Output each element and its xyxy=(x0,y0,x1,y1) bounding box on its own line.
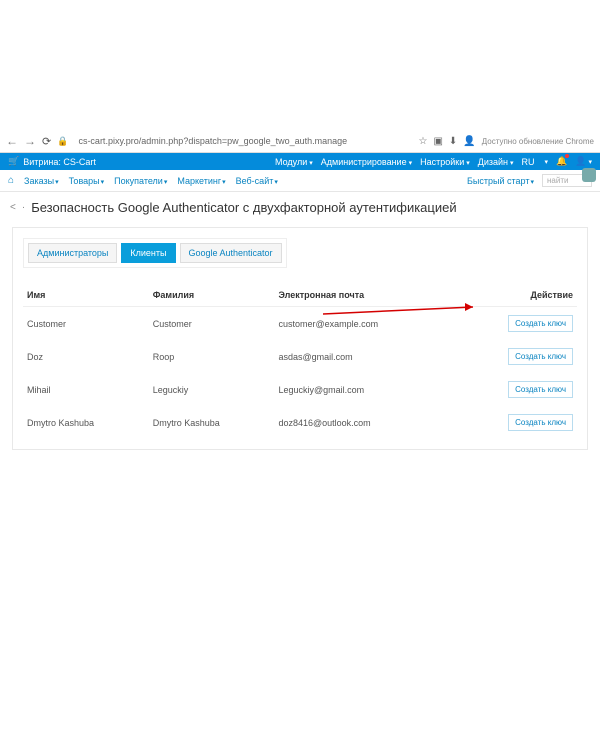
col-action: Действие xyxy=(455,284,577,307)
menu-settings[interactable]: Настройки▾ xyxy=(420,157,470,167)
menu-design[interactable]: Дизайн▾ xyxy=(478,157,514,167)
cell-email: doz8416@outlook.com xyxy=(274,406,454,439)
nav-orders[interactable]: Заказы▾ xyxy=(24,176,59,186)
table-row: DozRoopasdas@gmail.com Создать ключ xyxy=(23,340,577,373)
user-menu[interactable]: 👤▾ xyxy=(575,156,592,167)
reload-icon[interactable]: ⟳ xyxy=(42,135,51,148)
lock-icon: 🔒 xyxy=(57,136,68,147)
home-icon[interactable]: ⌂ xyxy=(8,175,14,186)
profile-icon[interactable]: 👤 xyxy=(463,136,475,147)
menu-modules[interactable]: Модули▾ xyxy=(275,157,313,167)
content-panel: Администраторы Клиенты Google Authentica… xyxy=(12,227,588,450)
table-row: CustomerCustomercustomer@example.comСозд… xyxy=(23,307,577,341)
page-title: Безопасность Google Authenticator с двух… xyxy=(31,200,456,215)
extension-icon[interactable]: ▣ xyxy=(433,136,442,147)
main-nav: ⌂ Заказы▾ Товары▾ Покупатели▾ Маркетинг▾… xyxy=(0,170,600,192)
cell-name: Customer xyxy=(23,307,149,341)
col-name: Имя xyxy=(23,284,149,307)
page-header: < · Безопасность Google Authenticator с … xyxy=(0,192,600,223)
notifications-icon[interactable]: 🔔 xyxy=(556,156,567,167)
create-key-button[interactable]: Создать ключ xyxy=(508,348,573,365)
cell-email: customer@example.com xyxy=(274,307,454,341)
users-table: Имя Фамилия Электронная почта Действие C… xyxy=(23,284,577,439)
cell-lastname: Leguckiy xyxy=(149,373,275,406)
cell-email: Leguckiy@gmail.com xyxy=(274,373,454,406)
forward-icon[interactable]: → xyxy=(24,134,36,148)
star-icon[interactable]: ☆ xyxy=(419,136,428,147)
cart-icon: 🛒 xyxy=(8,156,19,167)
create-key-button[interactable]: Создать ключ xyxy=(508,381,573,398)
storefront-selector[interactable]: 🛒 Витрина: CS-Cart xyxy=(8,156,96,167)
breadcrumb-back-icon[interactable]: < xyxy=(10,202,16,213)
browser-toolbar: ← → ⟳ 🔒 cs-cart.pixy.pro/admin.php?dispa… xyxy=(0,130,600,153)
menu-administration[interactable]: Администрирование▾ xyxy=(321,157,412,167)
nav-quickstart[interactable]: Быстрый старт▾ xyxy=(467,176,534,186)
table-row: MihailLeguckiyLeguckiy@gmail.com Создать … xyxy=(23,373,577,406)
create-key-button[interactable]: Создать ключ xyxy=(508,315,573,332)
cell-email: asdas@gmail.com xyxy=(274,340,454,373)
admin-topbar: 🛒 Витрина: CS-Cart Модули▾ Администриров… xyxy=(0,153,600,170)
nav-marketing[interactable]: Маркетинг▾ xyxy=(177,176,225,186)
nav-website[interactable]: Веб-сайт▾ xyxy=(236,176,278,186)
cell-lastname: Roop xyxy=(149,340,275,373)
table-row: Dmytro KashubaDmytro Kashubadoz8416@outl… xyxy=(23,406,577,439)
tab-group: Администраторы Клиенты Google Authentica… xyxy=(23,238,287,268)
back-icon[interactable]: ← xyxy=(6,134,18,148)
address-bar[interactable]: cs-cart.pixy.pro/admin.php?dispatch=pw_g… xyxy=(74,134,412,148)
tab-admins[interactable]: Администраторы xyxy=(28,243,117,263)
col-email: Электронная почта xyxy=(274,284,454,307)
col-lastname: Фамилия xyxy=(149,284,275,307)
breadcrumb-sep-icon: · xyxy=(22,202,25,213)
cell-name: Doz xyxy=(23,340,149,373)
nav-customers[interactable]: Покупатели▾ xyxy=(114,176,167,186)
chrome-update-notice[interactable]: Доступно обновление Chrome xyxy=(482,137,594,146)
tab-google-authenticator[interactable]: Google Authenticator xyxy=(180,243,282,263)
cell-lastname: Customer xyxy=(149,307,275,341)
cell-lastname: Dmytro Kashuba xyxy=(149,406,275,439)
create-key-button[interactable]: Создать ключ xyxy=(508,414,573,431)
tab-clients[interactable]: Клиенты xyxy=(121,243,175,263)
cell-name: Dmytro Kashuba xyxy=(23,406,149,439)
nav-products[interactable]: Товары▾ xyxy=(69,176,104,186)
lang-selector[interactable]: RU▾ xyxy=(522,157,549,167)
cell-name: Mihail xyxy=(23,373,149,406)
helper-widget-icon[interactable] xyxy=(582,168,596,182)
download-icon[interactable]: ⬇ xyxy=(449,136,457,147)
